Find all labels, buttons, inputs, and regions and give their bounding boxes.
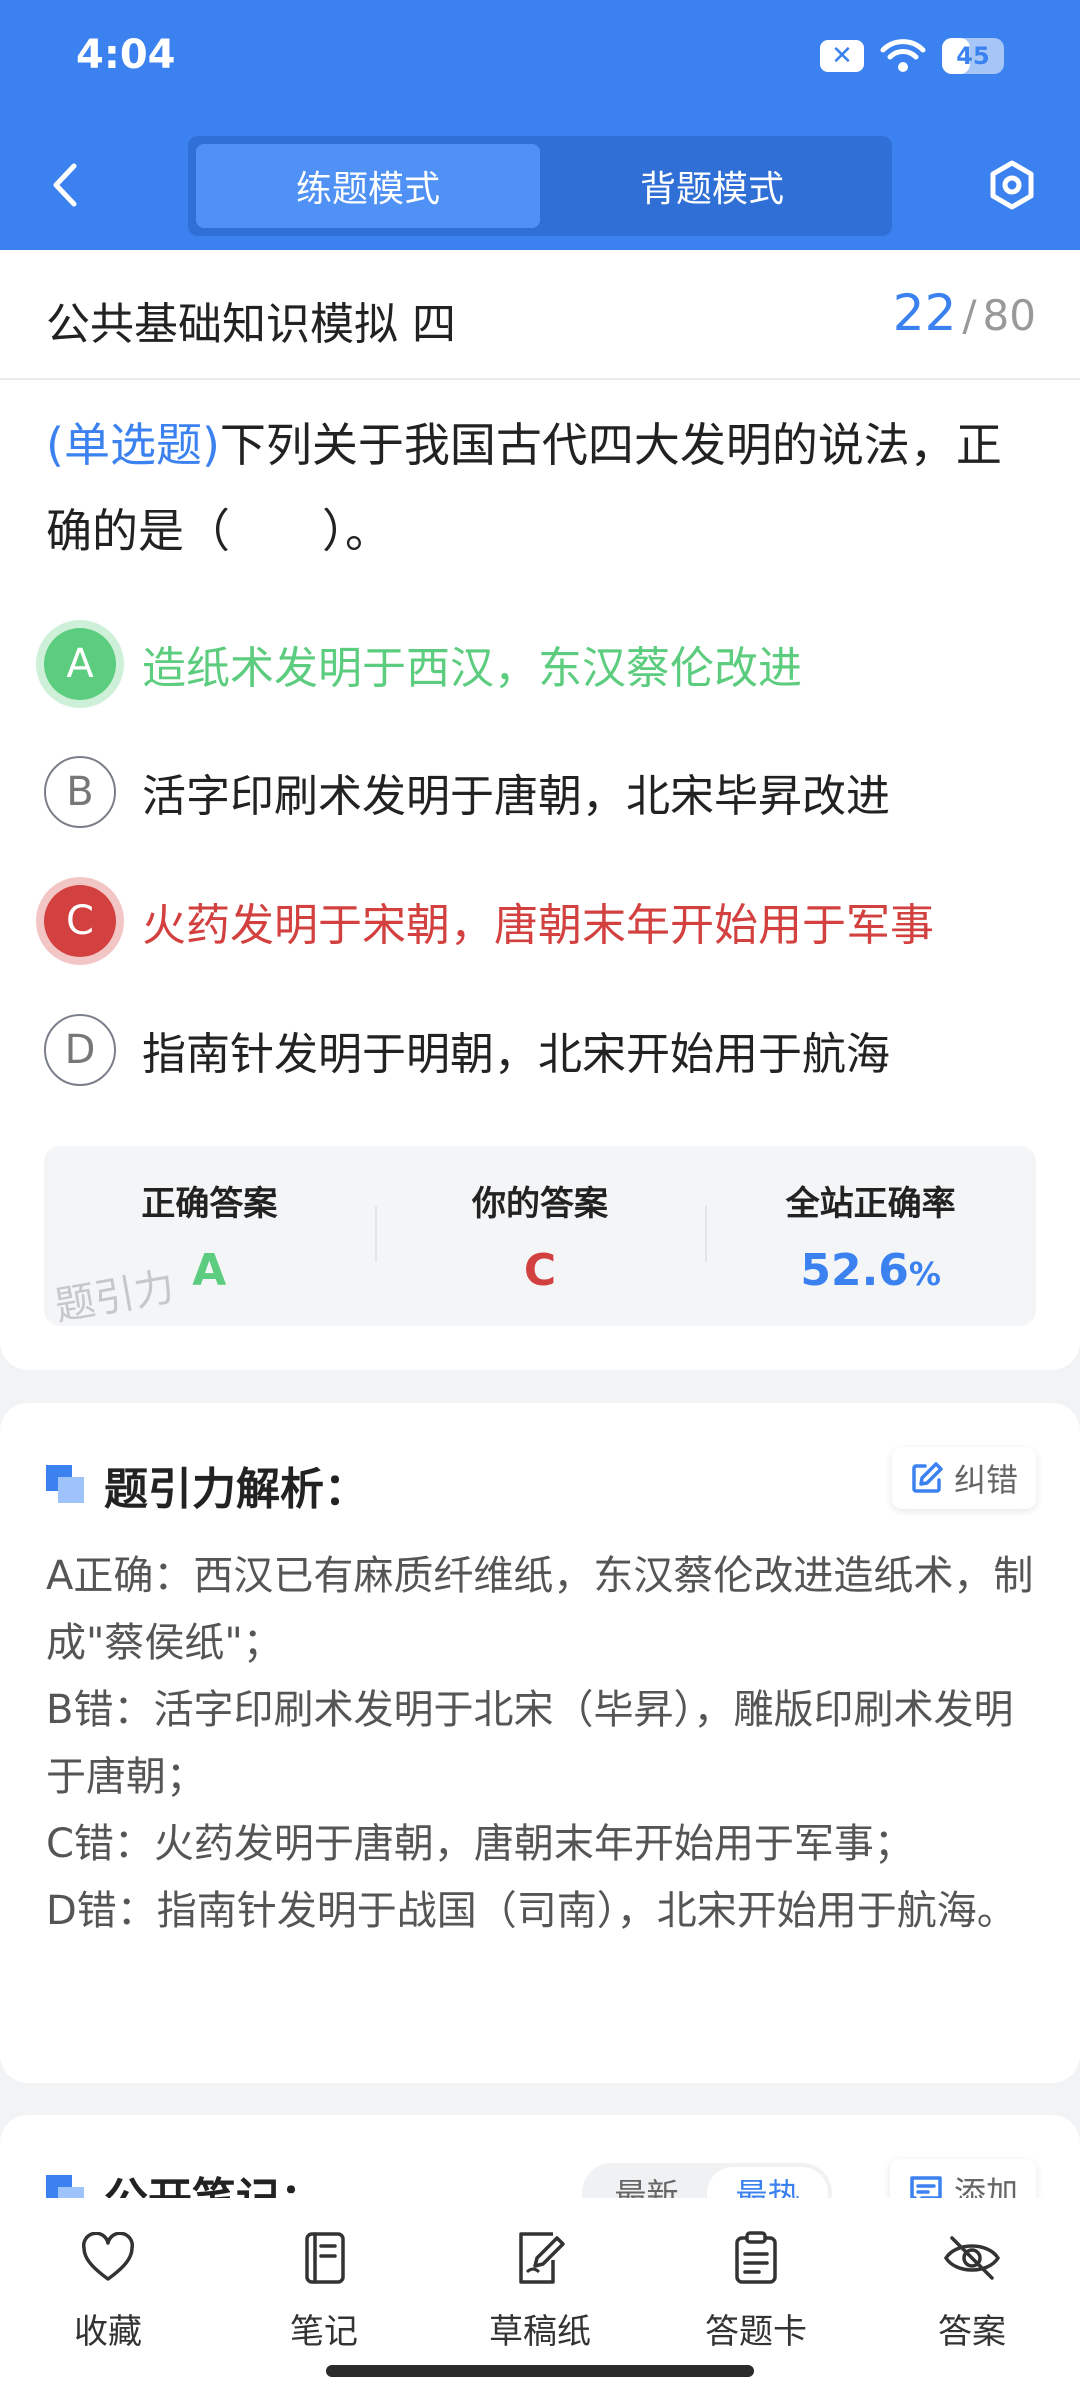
analysis-title: 题引力解析： xyxy=(104,1464,368,1515)
option-a[interactable]: A 造纸术发明于西汉，东汉蔡伦改进 xyxy=(44,619,1044,709)
option-b[interactable]: B 活字印刷术发明于唐朝，北宋毕昇改进 xyxy=(44,747,1044,837)
accuracy-rate-block: 全站正确率 52.6% xyxy=(705,1146,1036,1326)
watermark: 题引力 xyxy=(51,1263,178,1331)
mode-toggle: 练题模式 背题模式 xyxy=(188,136,892,236)
option-letter: B xyxy=(44,756,116,828)
nav-favorite[interactable]: 收藏 xyxy=(0,2198,216,2400)
no-sim-icon: ✕ xyxy=(820,40,864,72)
nav-label: 答题卡 xyxy=(705,2312,807,2352)
analysis-card: 题引力解析： 纠错 A正确：西汉已有麻质纤维纸，东汉蔡伦改进造纸术，制成"蔡侯纸… xyxy=(0,1403,1080,2083)
analysis-line: A正确：西汉已有麻质纤维纸，东汉蔡伦改进造纸术，制成"蔡侯纸"； xyxy=(46,1553,1034,1666)
option-text: 造纸术发明于西汉，东汉蔡伦改进 xyxy=(142,643,802,694)
total-question-count: 80 xyxy=(982,291,1036,340)
option-letter: C xyxy=(44,885,116,957)
settings-hexagon-icon xyxy=(990,160,1034,210)
battery-level: 45 xyxy=(956,42,990,70)
question-type: (单选题) xyxy=(46,418,220,472)
question-progress: 22/80 xyxy=(893,284,1036,342)
accuracy-rate-value: 52.6% xyxy=(800,1245,941,1296)
exam-title: 公共基础知识模拟 四 xyxy=(46,299,456,350)
question-card: 公共基础知识模拟 四 22/80 (单选题)下列关于我国古代四大发明的说法，正确… xyxy=(0,250,1080,1370)
nav-label: 收藏 xyxy=(74,2312,142,2352)
question-stem: (单选题)下列关于我国古代四大发明的说法，正确的是（ ）。 xyxy=(46,402,1036,574)
option-letter: D xyxy=(44,1014,116,1086)
wifi-icon xyxy=(880,39,926,72)
option-text: 火药发明于宋朝，唐朝末年开始用于军事 xyxy=(142,900,934,951)
accuracy-rate-unit: % xyxy=(908,1255,941,1293)
analysis-line: C错：火药发明于唐朝，唐朝末年开始用于军事； xyxy=(46,1821,914,1867)
your-answer-value: C xyxy=(523,1245,557,1296)
analysis-line: D错：指南针发明于战国（司南），北宋开始用于航海。 xyxy=(46,1888,1017,1934)
your-answer-block: 你的答案 C xyxy=(374,1146,706,1326)
nav-label: 笔记 xyxy=(290,2312,358,2352)
status-icons: ✕ 45 xyxy=(820,38,1004,74)
option-letter: A xyxy=(44,628,116,700)
nav-label: 答案 xyxy=(938,2312,1006,2352)
answer-sheet-icon xyxy=(726,2228,786,2288)
option-text: 指南针发明于明朝，北宋开始用于航海 xyxy=(142,1029,890,1080)
option-text: 活字印刷术发明于唐朝，北宋毕昇改进 xyxy=(142,771,890,822)
correct-answer-value: A xyxy=(192,1245,227,1296)
report-error-button[interactable]: 纠错 xyxy=(891,1447,1036,1509)
your-answer-label: 你的答案 xyxy=(472,1184,608,1224)
report-error-label: 纠错 xyxy=(953,1461,1018,1499)
status-time: 4:04 xyxy=(76,32,176,78)
edit-icon xyxy=(912,1462,943,1493)
section-squares-icon xyxy=(46,1465,86,1505)
settings-button[interactable] xyxy=(980,150,1044,220)
accuracy-rate-label: 全站正确率 xyxy=(785,1184,956,1224)
draft-icon xyxy=(510,2228,570,2288)
home-indicator xyxy=(326,2365,754,2377)
nav-label: 草稿纸 xyxy=(489,2312,591,2352)
current-question-number: 22 xyxy=(892,284,957,342)
eye-off-icon xyxy=(942,2228,1002,2288)
option-c[interactable]: C 火药发明于宋朝，唐朝末年开始用于军事 xyxy=(44,876,1044,966)
analysis-body: A正确：西汉已有麻质纤维纸，东汉蔡伦改进造纸术，制成"蔡侯纸"； B错：活字印刷… xyxy=(46,1543,1036,1945)
tab-memorize-mode[interactable]: 背题模式 xyxy=(540,144,884,228)
app-header: 4:04 ✕ 45 练题模式 背题模式 xyxy=(0,0,1080,250)
chevron-left-icon xyxy=(53,163,77,207)
battery-icon: 45 xyxy=(942,38,1004,74)
analysis-line: B错：活字印刷术发明于北宋（毕昇），雕版印刷术发明于唐朝； xyxy=(46,1687,1014,1800)
accuracy-rate-number: 52.6 xyxy=(800,1245,909,1296)
answer-summary: 正确答案 A 题引力 你的答案 C 全站正确率 52.6% xyxy=(44,1146,1036,1330)
divider xyxy=(0,378,1080,380)
heart-icon xyxy=(78,2228,138,2288)
back-button[interactable] xyxy=(40,150,90,220)
notebook-icon xyxy=(294,2228,354,2288)
correct-answer-block: 正确答案 A 题引力 xyxy=(44,1146,375,1330)
correct-answer-label: 正确答案 xyxy=(141,1184,278,1224)
nav-show-answer[interactable]: 答案 xyxy=(864,2198,1080,2400)
analysis-heading: 题引力解析： xyxy=(46,1453,368,1517)
option-d[interactable]: D 指南针发明于明朝，北宋开始用于航海 xyxy=(44,1005,1044,1095)
progress-separator: / xyxy=(962,291,977,340)
tab-practice-mode[interactable]: 练题模式 xyxy=(196,144,540,228)
